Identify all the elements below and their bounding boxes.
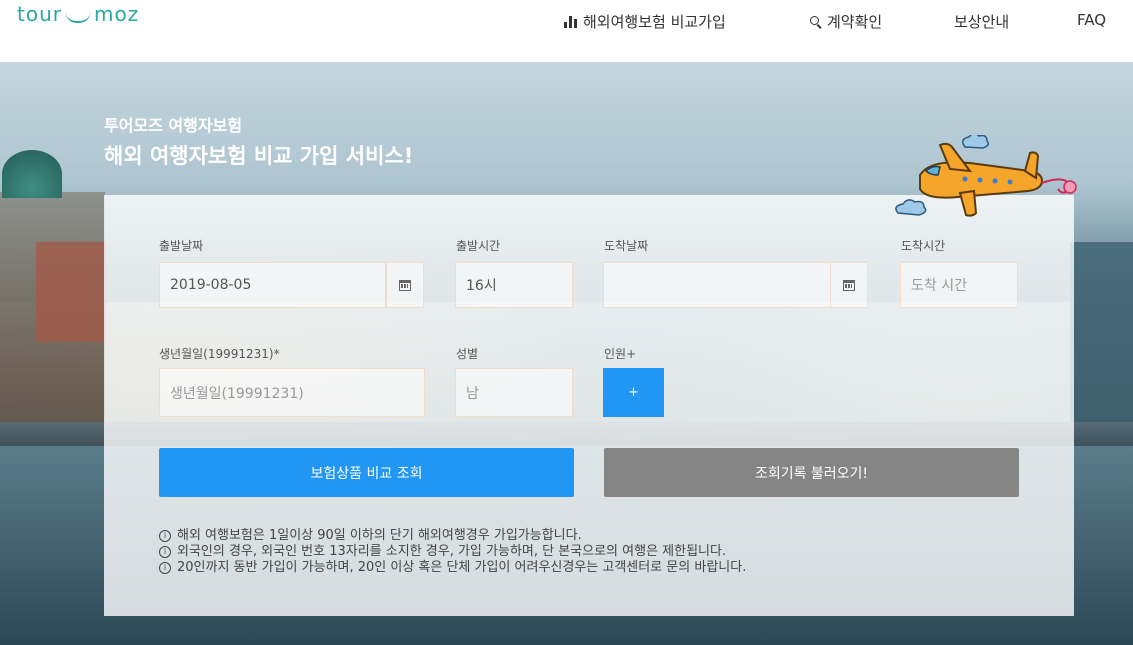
people-label: 인원+: [604, 347, 637, 361]
arrival-time-field[interactable]: 도착 시간: [900, 262, 1018, 308]
logo-text-left: tour: [17, 2, 62, 26]
logo-smile-icon: [64, 11, 91, 23]
nav-faq-label: FAQ: [1077, 11, 1107, 29]
arrival-calendar-button[interactable]: [830, 262, 868, 308]
notice-item: i 20인까지 동반 가입이 가능하며, 20인 이상 혹은 단체 가입이 어려…: [159, 560, 746, 576]
notice-item: i 외국인의 경우, 외국인 번호 13자리를 소지한 경우, 가입 가능하며,…: [159, 544, 746, 560]
info-icon: i: [159, 546, 171, 558]
arrival-date-field[interactable]: [603, 262, 831, 308]
bar-chart-icon: [564, 15, 577, 28]
compare-insurance-button[interactable]: 보험상품 비교 조회: [159, 448, 574, 497]
nav-faq[interactable]: FAQ: [1077, 11, 1106, 29]
birthdate-label: 생년월일(19991231)*: [159, 347, 280, 361]
gender-select[interactable]: 남: [455, 368, 573, 417]
notice-list: i 해외 여행보험은 1일이상 90일 이하의 단기 해외여행경우 가입가능합니…: [159, 528, 746, 576]
nav-claims-guide[interactable]: 보상안내: [954, 11, 1009, 32]
nav-contract-check-label: 계약확인: [827, 13, 883, 31]
arrival-time-label: 도착시간: [901, 239, 946, 253]
add-person-button[interactable]: +: [603, 368, 664, 417]
airplane-illustration: [895, 135, 1077, 217]
calendar-icon: [399, 279, 411, 291]
departure-calendar-button[interactable]: [386, 262, 424, 308]
nav-contract-check[interactable]: 계약확인: [810, 11, 882, 32]
info-icon: i: [159, 562, 171, 574]
departure-time-label: 출발시간: [456, 239, 501, 253]
top-header: tour moz 해외여행보험 비교가입 계약확인 보상안내 FAQ: [0, 0, 1133, 62]
nav-compare-insurance[interactable]: 해외여행보험 비교가입: [564, 11, 726, 32]
hero-subtitle: 투어모즈 여행자보험: [104, 116, 243, 135]
notice-text: 해외 여행보험은 1일이상 90일 이하의 단기 해외여행경우 가입가능합니다.: [177, 528, 582, 543]
gender-label: 성별: [456, 347, 479, 361]
arrival-date-label: 도착날짜: [604, 239, 649, 253]
hero-title: 해외 여행자보험 비교 가입 서비스!: [104, 144, 414, 168]
info-icon: i: [159, 530, 171, 542]
departure-time-field[interactable]: 16시: [455, 262, 573, 308]
logo-text-right: moz: [93, 2, 140, 26]
search-icon: [810, 16, 821, 27]
departure-date-label: 출발날짜: [159, 239, 204, 253]
notice-text: 외국인의 경우, 외국인 번호 13자리를 소지한 경우, 가입 가능하며, 단…: [177, 544, 727, 559]
red-roof-building: [36, 242, 106, 342]
search-form-panel: 출발날짜 2019-08-05 출발시간 16시 도착날짜 도착시간 도착 시간…: [104, 195, 1074, 616]
logo[interactable]: tour moz: [17, 2, 139, 26]
load-history-button[interactable]: 조회기록 불러오기!: [604, 448, 1019, 497]
departure-date-field[interactable]: 2019-08-05: [159, 262, 386, 308]
notice-item: i 해외 여행보험은 1일이상 90일 이하의 단기 해외여행경우 가입가능합니…: [159, 528, 746, 544]
nav-compare-insurance-label: 해외여행보험 비교가입: [583, 13, 726, 31]
nav-claims-guide-label: 보상안내: [954, 13, 1010, 31]
calendar-icon: [843, 279, 855, 291]
church-dome: [2, 150, 62, 198]
birthdate-field[interactable]: 생년월일(19991231): [159, 368, 425, 417]
notice-text: 20인까지 동반 가입이 가능하며, 20인 이상 혹은 단체 가입이 어려우신…: [177, 560, 747, 575]
